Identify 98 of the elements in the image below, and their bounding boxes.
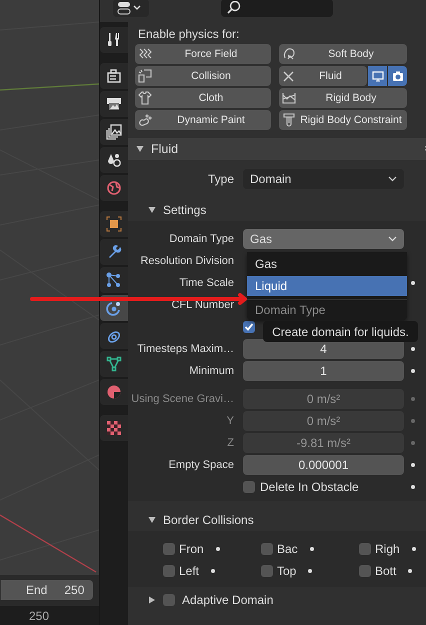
keyframe-dot[interactable] <box>412 547 416 551</box>
number-field[interactable]: 0.000001 <box>243 455 404 475</box>
globe-icon <box>106 180 122 196</box>
checkbox[interactable] <box>243 321 255 333</box>
physics-button[interactable]: Fluid <box>279 66 367 86</box>
physics-button[interactable]: Rigid Body Constraint <box>279 110 407 130</box>
physics-button[interactable]: Force Field <box>135 44 271 64</box>
checkbox-label: Fron <box>179 542 204 556</box>
images-icon <box>106 124 122 140</box>
field-label: Empty Space <box>168 459 234 471</box>
type-dropdown[interactable]: Domain <box>243 169 404 189</box>
keyframe-dot[interactable] <box>411 281 415 285</box>
physics-type-icon <box>138 47 152 61</box>
tooltip: Create domain for liquids. <box>263 321 418 342</box>
field-label: Timesteps Maxim… <box>137 343 234 355</box>
checkbox-label: Bac <box>277 542 298 556</box>
frame-number: 250 <box>29 608 50 622</box>
physics-type-icon <box>138 91 152 105</box>
panel-header[interactable]: Fluid <box>128 138 426 160</box>
physics-type-icon <box>282 91 296 105</box>
keyframe-dot[interactable] <box>310 547 314 551</box>
chevron-down-icon <box>388 236 397 242</box>
chevron-down-icon <box>388 176 397 182</box>
monitor-icon <box>372 70 384 82</box>
domain-type-dropdown[interactable]: Gas <box>243 229 404 249</box>
checkbox[interactable] <box>359 565 371 577</box>
physics-button[interactable]: Rigid Body <box>279 88 407 108</box>
checkbox[interactable] <box>261 565 273 577</box>
physics-button[interactable]: Collision <box>135 66 271 86</box>
viewport-toggle[interactable] <box>368 66 387 86</box>
checkbox-label: Bott <box>375 564 396 578</box>
checkbox[interactable] <box>163 543 175 555</box>
checkbox-label: Top <box>277 564 296 578</box>
nodes-icon <box>106 272 122 288</box>
triangle-icon <box>106 356 122 372</box>
checkbox-label: Righ <box>375 542 400 556</box>
physics-button[interactable]: Dynamic Paint <box>135 110 271 130</box>
render-toggle[interactable] <box>388 66 407 86</box>
checker-icon <box>106 420 122 436</box>
printer-icon <box>106 96 122 112</box>
orbit-icon <box>106 300 122 316</box>
physics-heading: Enable physics for: <box>137 26 240 43</box>
property-tab[interactable] <box>100 91 128 117</box>
editor-type-button[interactable] <box>113 0 149 17</box>
property-tab[interactable] <box>100 63 128 89</box>
physics-button[interactable]: Cloth <box>135 88 271 108</box>
checkbox[interactable] <box>163 594 175 606</box>
printer-icon <box>106 68 122 84</box>
camera-icon <box>392 70 404 82</box>
physics-button[interactable]: Soft Body <box>279 44 407 64</box>
checkbox-label: Left <box>179 564 200 578</box>
property-tab[interactable] <box>100 239 128 265</box>
menu-item[interactable]: Gas <box>247 254 407 274</box>
property-tab[interactable] <box>100 267 128 293</box>
drops-icon <box>106 152 122 168</box>
property-tab[interactable] <box>100 147 128 173</box>
field-label: Time Scale <box>179 277 234 289</box>
menu-item[interactable]: Liquid <box>247 276 407 296</box>
property-tab[interactable] <box>100 351 128 377</box>
field-label: Resolution Division <box>140 255 234 267</box>
checkbox[interactable] <box>261 543 273 555</box>
field-label: Using Scene Gravi… <box>131 393 234 405</box>
field-label: Type <box>206 172 234 186</box>
checkbox-label: Delete In Obstacle <box>260 480 359 494</box>
field-label: Domain Type <box>169 233 234 245</box>
end-frame-field[interactable]: End 250 <box>0 580 93 600</box>
property-tab[interactable] <box>100 379 128 405</box>
property-tab[interactable] <box>100 27 128 53</box>
search-icon <box>227 1 241 15</box>
checkbox[interactable] <box>243 481 255 493</box>
number-field[interactable]: 1 <box>243 361 404 381</box>
keyframe-dot[interactable] <box>308 569 312 573</box>
property-tab[interactable] <box>100 119 128 145</box>
field-label: Z <box>227 437 234 449</box>
field-label: Y <box>226 415 234 427</box>
close-icon <box>282 70 295 82</box>
keyframe-dot[interactable] <box>216 547 220 551</box>
keyframe-dot[interactable] <box>211 569 216 573</box>
property-tab[interactable] <box>100 211 128 237</box>
keyframe-dot[interactable] <box>408 569 412 573</box>
checkmark-icon <box>244 322 254 332</box>
checkbox[interactable] <box>359 543 371 555</box>
keyframe-dot[interactable] <box>411 347 415 351</box>
property-tab[interactable] <box>100 323 128 349</box>
physics-type-icon <box>138 69 152 83</box>
physics-type-icon <box>282 113 296 127</box>
tools-icon <box>106 32 122 48</box>
keyframe-dot[interactable] <box>411 369 415 373</box>
menu-title: Domain Type <box>254 302 326 318</box>
physics-type-icon <box>282 47 296 61</box>
square-icon <box>106 216 122 232</box>
search-field[interactable] <box>221 0 333 17</box>
checkbox[interactable] <box>163 565 175 577</box>
keyframe-dot[interactable] <box>411 485 415 489</box>
field-label: Minimum <box>189 365 234 377</box>
ball-icon <box>106 384 122 400</box>
keyframe-dot[interactable] <box>411 463 415 467</box>
physics-type-icon <box>138 113 152 127</box>
